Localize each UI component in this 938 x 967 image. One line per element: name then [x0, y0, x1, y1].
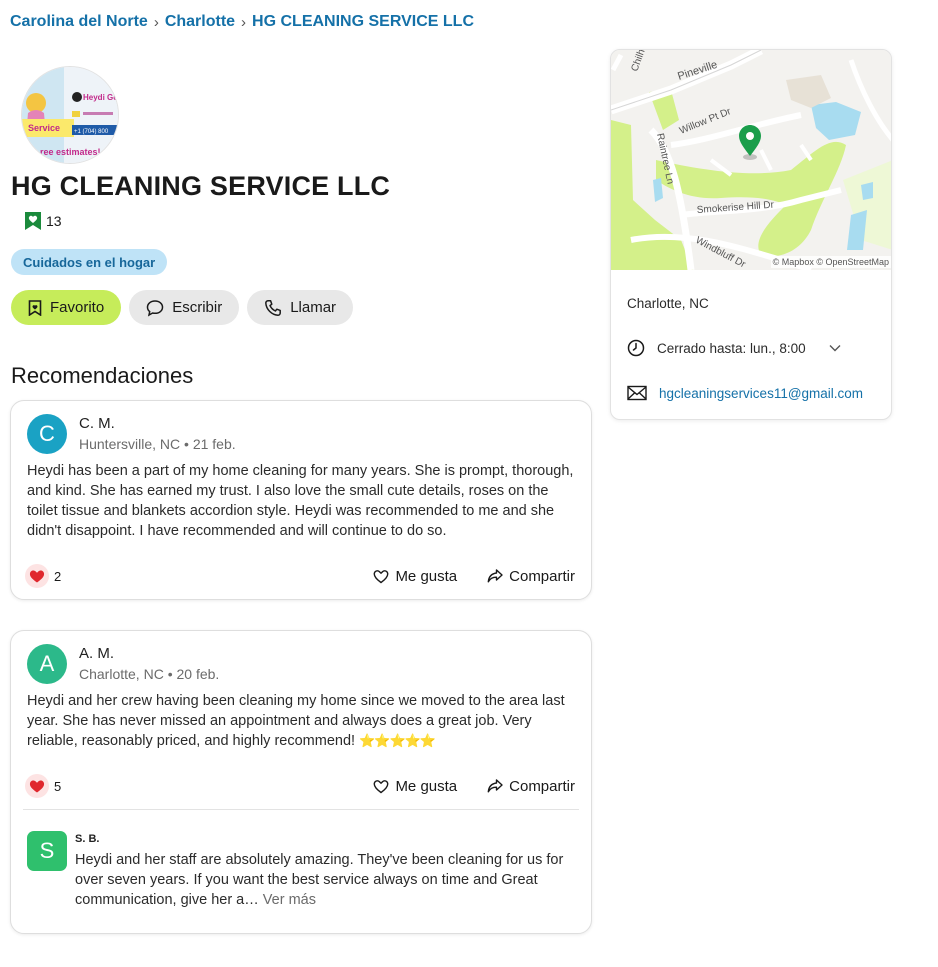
breadcrumb-city-link[interactable]: Charlotte — [165, 13, 235, 31]
heart-icon — [25, 774, 49, 798]
reviewer-name[interactable]: C. M. — [79, 415, 236, 432]
email-link[interactable]: hgcleaningservices11@gmail.com — [659, 386, 863, 401]
share-button-label: Compartir — [509, 567, 575, 585]
review-header: C C. M. Huntersville, NC • 21 feb. — [27, 413, 236, 454]
speech-bubble-icon — [146, 299, 164, 316]
favorites-count-value: 13 — [46, 213, 62, 229]
svg-text:ree estimates!: ree estimates! — [40, 147, 101, 157]
call-button-label: Llamar — [290, 299, 337, 316]
hours-text: Cerrado hasta: lun., 8:00 — [657, 340, 806, 356]
category-chip[interactable]: Cuidados en el hogar — [11, 249, 168, 275]
city-row: Charlotte, NC — [627, 296, 709, 311]
heart-outline-icon — [374, 779, 389, 793]
avatar[interactable]: A — [27, 644, 67, 684]
envelope-icon — [627, 385, 647, 401]
review-meta: Charlotte, NC • 20 feb. — [79, 666, 220, 682]
hours-row[interactable]: Cerrado hasta: lun., 8:00 — [627, 339, 842, 357]
like-button[interactable]: Me gusta — [373, 778, 457, 795]
share-button[interactable]: Compartir — [487, 778, 575, 795]
favorite-button-label: Favorito — [50, 299, 105, 316]
favorite-button[interactable]: Favorito — [11, 290, 122, 325]
reply-body: Heydi and her staff are absolutely amazi… — [75, 852, 564, 908]
email-row: hgcleaningservices11@gmail.com — [627, 385, 863, 401]
share-icon — [487, 779, 503, 793]
star-emojis: ⭐⭐⭐⭐⭐ — [359, 733, 436, 748]
review-footer: 2 Me gusta Compartir — [25, 562, 575, 590]
business-logo-image: Service Heydi Go +1 (704) 800 ree estima… — [22, 67, 118, 163]
reply-comment: S S. B. Heydi and her staff are absolute… — [27, 831, 575, 910]
heart-icon — [25, 564, 49, 588]
svg-text:+1 (704) 800: +1 (704) 800 — [74, 129, 109, 135]
map-attribution[interactable]: © Mapbox © OpenStreetMap — [770, 256, 891, 268]
review-meta: Huntersville, NC • 21 feb. — [79, 436, 236, 452]
avatar[interactable]: C — [27, 414, 67, 454]
like-button[interactable]: Me gusta — [373, 568, 457, 585]
review-text: Heydi has been a part of my home cleanin… — [27, 463, 574, 539]
svg-text:Heydi Go: Heydi Go — [83, 93, 118, 102]
clock-icon — [627, 339, 645, 357]
review-card: A A. M. Charlotte, NC • 20 feb. Heydi an… — [10, 630, 592, 934]
review-header: A A. M. Charlotte, NC • 20 feb. — [27, 643, 219, 684]
reply-text: Heydi and her staff are absolutely amazi… — [75, 850, 575, 910]
reaction-summary[interactable]: 2 — [25, 564, 61, 588]
business-info-card: Pineville Chilh Willow Pt Dr Raintree Ln… — [610, 49, 892, 420]
call-button[interactable]: Llamar — [247, 290, 354, 325]
share-icon — [487, 569, 503, 583]
write-button[interactable]: Escribir — [129, 290, 240, 325]
breadcrumb-business-link[interactable]: HG CLEANING SERVICE LLC — [252, 13, 474, 31]
reply-author-name[interactable]: S. B. — [75, 833, 575, 845]
recommendations-heading: Recomendaciones — [11, 363, 194, 388]
write-button-label: Escribir — [172, 299, 223, 316]
bookmark-heart-icon — [25, 212, 41, 230]
review-actions: Me gusta Compartir — [373, 778, 575, 795]
reaction-summary[interactable]: 5 — [25, 774, 61, 798]
chevron-right-icon: › — [153, 13, 159, 31]
see-more-link[interactable]: Ver más — [263, 892, 316, 908]
review-footer: 5 Me gusta Compartir — [25, 772, 575, 800]
bookmark-icon — [28, 299, 42, 316]
business-logo[interactable]: Service Heydi Go +1 (704) 800 ree estima… — [21, 66, 119, 164]
location-map[interactable]: Pineville Chilh Willow Pt Dr Raintree Ln… — [611, 50, 891, 273]
phone-icon — [265, 299, 282, 316]
city-text: Charlotte, NC — [627, 296, 709, 311]
breadcrumb: Carolina del Norte › Charlotte › HG CLEA… — [10, 13, 474, 31]
avatar[interactable]: S — [27, 831, 67, 871]
divider — [23, 809, 579, 810]
reviewer-name[interactable]: A. M. — [79, 645, 219, 662]
review-actions: Me gusta Compartir — [373, 568, 575, 585]
heart-outline-icon — [374, 569, 389, 583]
chevron-down-icon[interactable] — [828, 341, 842, 355]
share-button-label: Compartir — [509, 777, 575, 795]
reaction-count: 5 — [54, 778, 62, 794]
share-button[interactable]: Compartir — [487, 568, 575, 585]
breadcrumb-state-link[interactable]: Carolina del Norte — [10, 13, 148, 31]
action-bar: Favorito Escribir Llamar — [11, 290, 354, 325]
chevron-right-icon: › — [241, 13, 247, 31]
review-body: Heydi and her crew having been cleaning … — [27, 693, 565, 749]
review-text: Heydi and her crew having been cleaning … — [27, 691, 575, 751]
like-button-label: Me gusta — [395, 567, 458, 585]
reaction-count: 2 — [54, 568, 62, 584]
review-card: C C. M. Huntersville, NC • 21 feb. Heydi… — [10, 400, 592, 600]
map-tiles: Pineville Chilh Willow Pt Dr Raintree Ln… — [611, 50, 891, 273]
svg-text:Service: Service — [28, 123, 60, 133]
like-button-label: Me gusta — [395, 777, 458, 795]
favorites-count: 13 — [23, 211, 62, 231]
business-name: HG CLEANING SERVICE LLC — [11, 171, 391, 201]
